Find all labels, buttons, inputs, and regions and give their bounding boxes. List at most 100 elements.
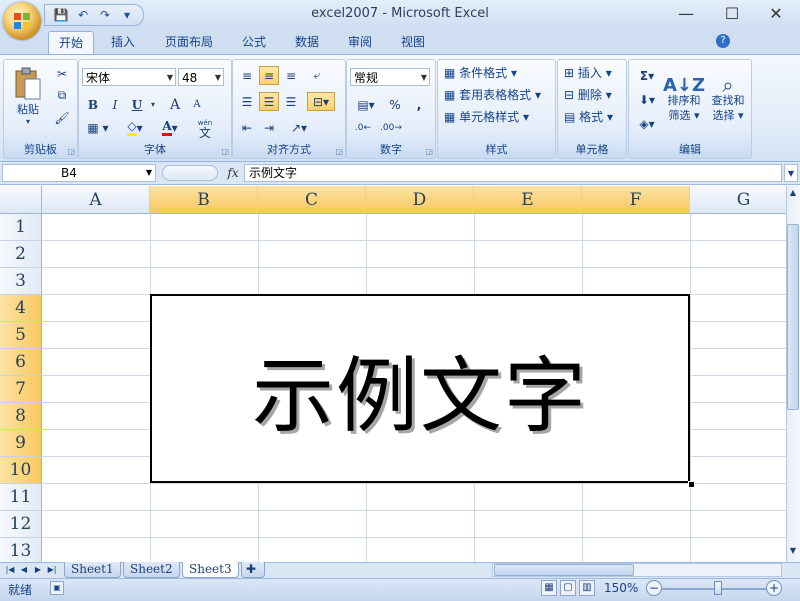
save-icon[interactable]: 💾 (51, 6, 71, 24)
font-color-icon[interactable]: A ▾ (155, 118, 185, 137)
row-header-6[interactable]: 6 (0, 349, 42, 376)
italic-button[interactable]: I (105, 95, 125, 114)
undo-icon[interactable]: ↶ (73, 6, 93, 24)
tab-data[interactable]: 数据 (285, 31, 329, 53)
shrink-font-button[interactable]: A (187, 95, 207, 114)
row-header-8[interactable]: 8 (0, 403, 42, 430)
cell-styles-button[interactable]: ▦ 单元格样式 ▾ (444, 108, 529, 127)
borders-icon[interactable]: ▦ ▾ (83, 118, 113, 137)
font-size-select[interactable]: 48 ▼ (178, 68, 224, 86)
font-name-select[interactable]: 宋体 ▼ (82, 68, 176, 86)
decrease-indent-icon[interactable]: ⇤ (237, 118, 257, 137)
tab-insert[interactable]: 插入 (101, 31, 145, 53)
redo-icon[interactable]: ↷ (95, 6, 115, 24)
row-header-12[interactable]: 12 (0, 511, 42, 538)
insert-cells-button[interactable]: ⊞ 插入 ▾ (564, 64, 612, 83)
minimize-button[interactable]: — (666, 2, 706, 24)
name-box[interactable]: B4 ▼ (2, 164, 156, 182)
row-header-3[interactable]: 3 (0, 268, 42, 295)
increase-indent-icon[interactable]: ⇥ (259, 118, 279, 137)
close-button[interactable]: ✕ (756, 2, 796, 24)
paste-dropdown-icon[interactable]: ▾ (26, 117, 30, 126)
zoom-slider-thumb[interactable] (714, 581, 722, 595)
comma-button[interactable]: , (409, 95, 429, 114)
merge-center-icon[interactable]: ⊟▾ (307, 92, 335, 111)
delete-cells-button[interactable]: ⊟ 删除 ▾ (564, 86, 612, 105)
row-header-7[interactable]: 7 (0, 376, 42, 403)
office-button[interactable] (3, 2, 41, 40)
row-header-2[interactable]: 2 (0, 241, 42, 268)
zoom-out-button[interactable]: − (646, 580, 662, 596)
insert-function-button[interactable]: fx (222, 164, 244, 182)
vertical-scroll-thumb[interactable] (787, 224, 799, 410)
maximize-button[interactable]: ☐ (712, 2, 752, 24)
underline-dropdown-icon[interactable]: ▾ (147, 95, 159, 114)
copy-icon[interactable]: ⧉ (52, 86, 72, 105)
tab-review[interactable]: 审阅 (338, 31, 382, 53)
tab-page-layout[interactable]: 页面布局 (155, 31, 223, 53)
wrap-text-icon[interactable]: ⤶ (307, 66, 327, 85)
scroll-up-icon[interactable]: ▲ (787, 188, 799, 202)
customize-qat-icon[interactable]: ▾ (117, 6, 137, 24)
macro-record-icon[interactable]: ▣ (50, 581, 64, 595)
column-header-g[interactable]: G (690, 186, 786, 214)
row-header-4[interactable]: 4 (0, 295, 42, 322)
prev-sheet-icon[interactable]: ◀ (18, 563, 30, 577)
alignment-launcher-icon[interactable]: ◲ (335, 147, 343, 156)
sheet-tab-3[interactable]: Sheet3 (182, 562, 239, 578)
underline-button[interactable]: U (127, 95, 147, 114)
row-header-10[interactable]: 10 (0, 457, 42, 484)
row-header-11[interactable]: 11 (0, 484, 42, 511)
sort-filter-button[interactable]: A↓Z 排序和 筛选 ▾ (663, 64, 705, 136)
merged-cell-b4[interactable]: 示例文字 (150, 294, 690, 483)
normal-view-icon[interactable]: ▦ (541, 580, 557, 596)
column-header-f[interactable]: F (582, 186, 690, 214)
fill-color-icon[interactable]: ◇ ▾ (119, 118, 151, 137)
fill-handle[interactable] (688, 481, 695, 488)
grow-font-button[interactable]: A (165, 95, 185, 114)
align-left-icon[interactable]: ☰ (237, 92, 257, 111)
row-header-13[interactable]: 13 (0, 538, 42, 562)
format-cells-button[interactable]: ▤ 格式 ▾ (564, 108, 613, 127)
align-middle-icon[interactable]: ≡ (259, 66, 279, 85)
phonetic-button[interactable]: wén 文 (189, 116, 221, 140)
first-sheet-icon[interactable]: |◀ (4, 563, 16, 577)
page-layout-view-icon[interactable]: ▢ (560, 580, 576, 596)
clear-icon[interactable]: ◈▾ (635, 114, 659, 133)
column-header-d[interactable]: D (366, 186, 474, 214)
fill-icon[interactable]: ⬇▾ (635, 90, 659, 109)
expand-formula-bar-icon[interactable]: ▼ (784, 164, 798, 182)
number-launcher-icon[interactable]: ◲ (425, 147, 433, 156)
horizontal-scroll-thumb[interactable] (494, 564, 634, 576)
insert-sheet-icon[interactable]: ✚ (241, 562, 265, 578)
number-format-select[interactable]: 常规 ▼ (350, 68, 430, 86)
percent-button[interactable]: % (385, 95, 405, 114)
format-painter-icon[interactable]: 🖌 (52, 108, 72, 127)
align-top-icon[interactable]: ≡ (237, 66, 257, 85)
next-sheet-icon[interactable]: ▶ (32, 563, 44, 577)
row-header-1[interactable]: 1 (0, 214, 42, 241)
formula-bar-splitter[interactable] (162, 165, 218, 181)
cut-icon[interactable]: ✂ (52, 64, 72, 83)
tab-view[interactable]: 视图 (391, 31, 435, 53)
find-select-button[interactable]: ⌕ 查找和 选择 ▾ (707, 64, 749, 136)
tab-formulas[interactable]: 公式 (232, 31, 276, 53)
column-header-b[interactable]: B (150, 186, 258, 214)
bold-button[interactable]: B (83, 95, 103, 114)
format-as-table-button[interactable]: ▦ 套用表格格式 ▾ (444, 86, 541, 105)
align-center-icon[interactable]: ☰ (259, 92, 279, 111)
zoom-level[interactable]: 150% (604, 581, 638, 595)
font-launcher-icon[interactable]: ◲ (221, 147, 229, 156)
column-header-e[interactable]: E (474, 186, 582, 214)
increase-decimal-icon[interactable]: .0← (351, 118, 375, 137)
worksheet-grid[interactable]: A B C D E F G 1 2 3 4 5 6 7 8 9 10 11 12… (0, 186, 786, 562)
accounting-format-icon[interactable]: ▤▾ (351, 95, 381, 114)
sheet-tab-1[interactable]: Sheet1 (64, 562, 121, 578)
help-icon[interactable]: ? (716, 34, 730, 48)
clipboard-launcher-icon[interactable]: ◲ (67, 147, 75, 156)
column-header-a[interactable]: A (42, 186, 150, 214)
align-bottom-icon[interactable]: ≡ (281, 66, 301, 85)
scroll-down-icon[interactable]: ▼ (787, 546, 799, 560)
align-right-icon[interactable]: ☰ (281, 92, 301, 111)
paste-button[interactable]: 粘贴 ▾ (8, 64, 48, 128)
